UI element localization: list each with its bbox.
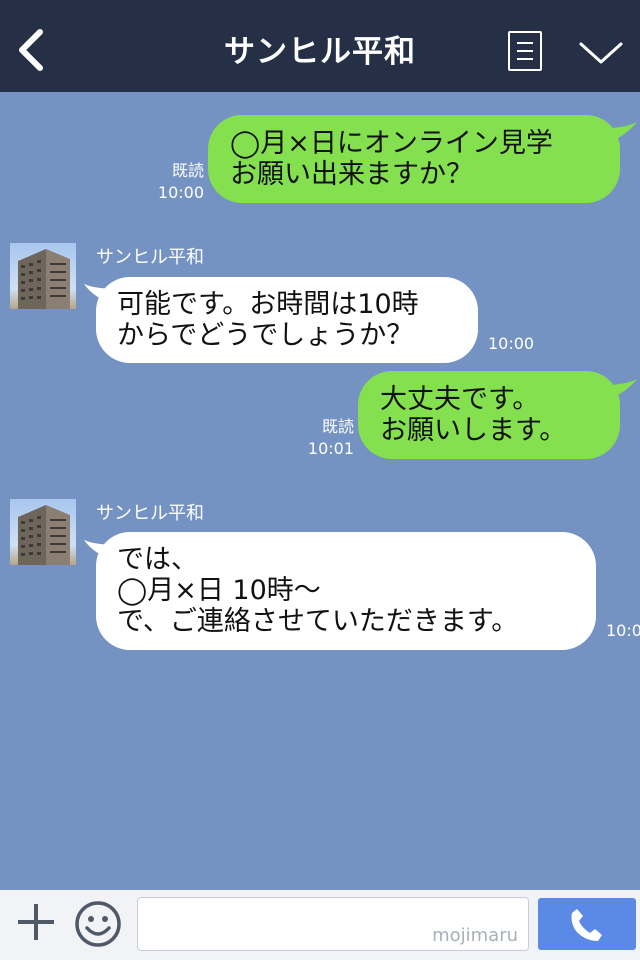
call-button[interactable] xyxy=(538,898,636,950)
message-bubble-sent[interactable]: ◯月×日にオンライン見学 お願い出来ますか？ xyxy=(208,115,620,203)
message-line: ◯月×日 10時〜 xyxy=(117,575,321,606)
message-meta: 既読 10:01 xyxy=(298,416,354,460)
avatar[interactable] xyxy=(10,243,76,309)
plus-icon[interactable] xyxy=(14,900,58,944)
message-time: 10:01 xyxy=(307,439,354,458)
message-line: 大丈夫です。 xyxy=(380,384,540,415)
chat-header: サンヒル平和 xyxy=(0,0,640,92)
message-input[interactable]: mojimaru xyxy=(137,897,529,951)
message-line: 可能です。お時間は10時 xyxy=(117,289,419,320)
watermark-text: mojimaru xyxy=(432,925,518,946)
message-line: お願いします。 xyxy=(380,415,567,446)
chevron-down-icon[interactable] xyxy=(578,40,624,66)
read-receipt: 既読 xyxy=(171,161,204,180)
building-icon xyxy=(18,505,70,565)
message-time: 10:0 xyxy=(606,621,640,640)
message-bubble-sent[interactable]: 大丈夫です。 お願いします。 xyxy=(358,371,620,459)
sender-name: サンヒル平和 xyxy=(96,503,204,524)
message-line: お願い出来ますか？ xyxy=(230,159,473,190)
message-bubble-received[interactable]: では、 ◯月×日 10時〜 で、ご連絡させていただきます。 xyxy=(96,532,596,650)
read-receipt: 既読 xyxy=(321,417,354,436)
message-line: では、 xyxy=(117,544,198,575)
message-meta: 既読 10:00 xyxy=(148,160,204,204)
phone-icon xyxy=(571,909,602,941)
message-bubble-received[interactable]: 可能です。お時間は10時 からでどうでしょうか？ xyxy=(96,277,478,363)
message-time: 10:00 xyxy=(157,183,204,202)
message-line: で、ご連絡させていただきます。 xyxy=(117,606,519,637)
building-icon xyxy=(18,249,70,309)
chat-title: サンヒル平和 xyxy=(224,34,416,70)
sender-name: サンヒル平和 xyxy=(96,247,204,268)
message-line: からでどうでしょうか？ xyxy=(117,320,414,351)
message-line: ◯月×日にオンライン見学 xyxy=(230,128,553,159)
message-time: 10:00 xyxy=(488,334,535,353)
smile-icon[interactable] xyxy=(74,900,122,948)
menu-icon[interactable] xyxy=(508,31,542,71)
avatar[interactable] xyxy=(10,499,76,565)
